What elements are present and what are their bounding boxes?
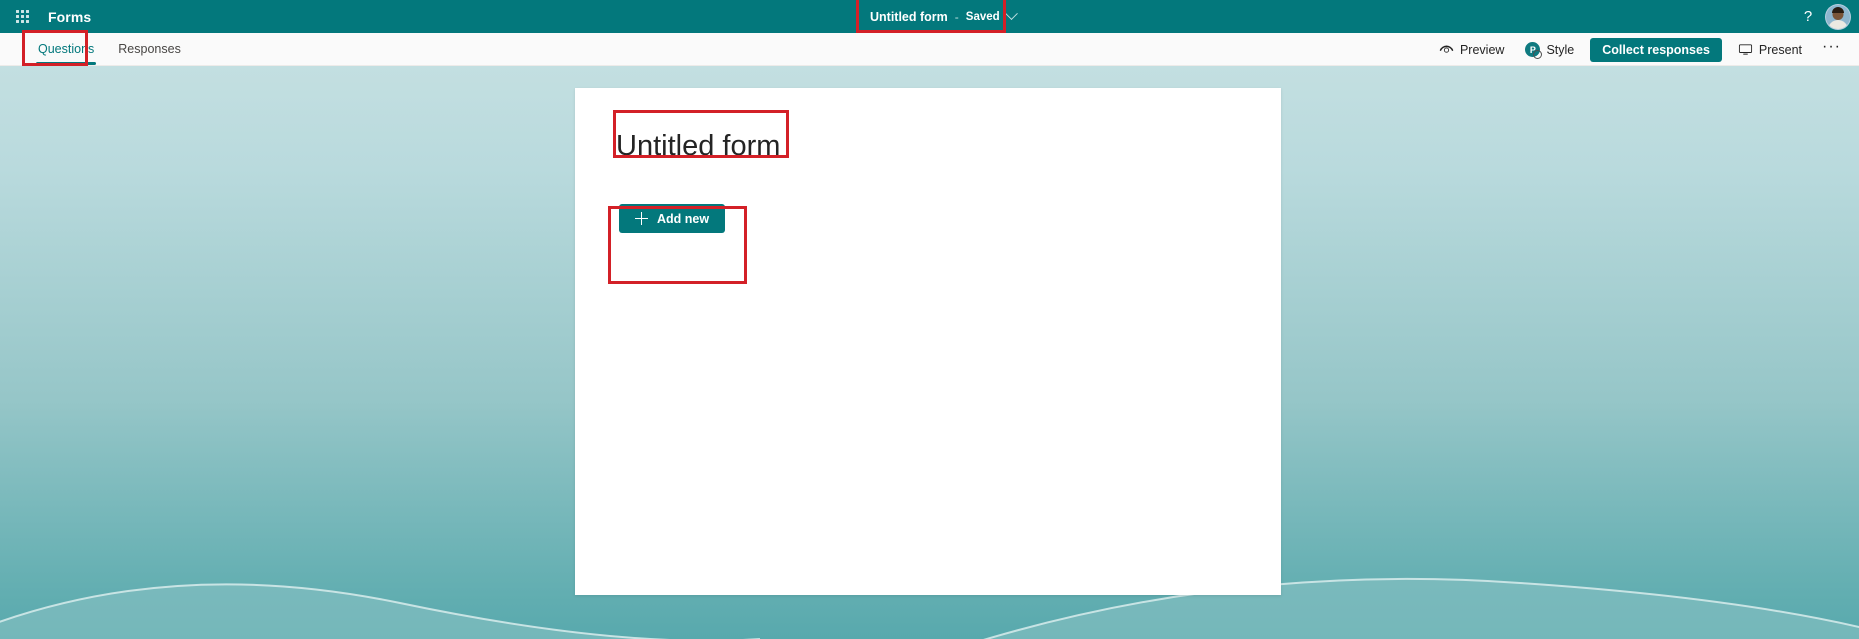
style-button[interactable]: P Style: [1516, 38, 1583, 61]
tab-list: Questions Responses: [28, 33, 191, 66]
ellipsis-icon[interactable]: ···: [1814, 38, 1849, 60]
avatar-body: [1828, 19, 1848, 29]
app-launcher-button[interactable]: [0, 0, 44, 33]
top-brand-bar: Forms Untitled form - Saved ?: [0, 0, 1859, 33]
avatar[interactable]: [1825, 3, 1851, 30]
question-mark-icon: ?: [1803, 8, 1813, 25]
plus-icon: [635, 212, 648, 225]
style-label: Style: [1546, 42, 1575, 57]
topbar-actions: ?: [1793, 0, 1859, 33]
palette-icon: P: [1525, 42, 1543, 59]
app-brand-label[interactable]: Forms: [48, 9, 91, 25]
waffle-grid-icon: [15, 10, 29, 23]
command-bar: Questions Responses Preview P Style Coll…: [0, 33, 1859, 66]
command-bar-actions: Preview P Style Collect responses Presen…: [1430, 33, 1849, 66]
collect-responses-button[interactable]: Collect responses: [1590, 37, 1722, 62]
tab-responses-label: Responses: [118, 42, 181, 56]
tab-questions[interactable]: Questions: [28, 33, 104, 66]
chevron-down-icon[interactable]: [1004, 7, 1018, 21]
form-card: Untitled form Add new: [575, 88, 1281, 595]
form-title-input[interactable]: Untitled form: [616, 128, 780, 164]
document-title[interactable]: Untitled form: [870, 10, 948, 24]
title-separator: -: [954, 9, 959, 24]
help-button[interactable]: ?: [1793, 2, 1823, 32]
avatar-hair: [1832, 6, 1844, 13]
monitor-icon: [1738, 44, 1752, 55]
tab-questions-label: Questions: [38, 42, 95, 56]
preview-button[interactable]: Preview: [1430, 38, 1513, 61]
add-new-button[interactable]: Add new: [619, 204, 726, 233]
eye-icon: [1439, 45, 1454, 53]
document-title-group[interactable]: Untitled form - Saved: [858, 0, 1028, 33]
present-button[interactable]: Present: [1729, 38, 1811, 61]
save-status-label: Saved: [965, 10, 1000, 23]
present-label: Present: [1758, 42, 1803, 57]
add-new-label: Add new: [657, 211, 710, 226]
preview-label: Preview: [1459, 42, 1505, 57]
tab-responses[interactable]: Responses: [108, 33, 191, 66]
